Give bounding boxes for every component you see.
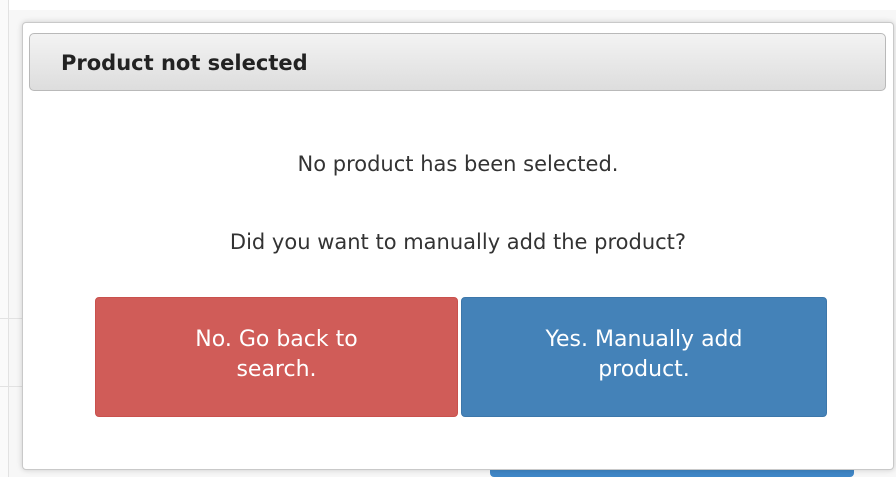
dialog-header: Product not selected bbox=[29, 33, 886, 91]
background-left-edge bbox=[0, 0, 9, 477]
background-divider bbox=[0, 318, 22, 319]
background-top-strip bbox=[0, 0, 896, 10]
go-back-to-search-button[interactable]: No. Go back to search. bbox=[95, 297, 458, 417]
dialog-title: Product not selected bbox=[61, 51, 308, 75]
dialog-message: No product has been selected. bbox=[297, 152, 619, 176]
manually-add-product-button[interactable]: Yes. Manually add product. bbox=[461, 297, 827, 417]
product-not-selected-dialog: Product not selected No product has been… bbox=[22, 22, 894, 470]
dialog-question: Did you want to manually add the product… bbox=[229, 230, 687, 254]
manually-add-product-button-label: Yes. Manually add product. bbox=[545, 327, 743, 382]
background-divider bbox=[0, 386, 22, 387]
background-button bbox=[490, 470, 854, 477]
go-back-to-search-button-label: No. Go back to search. bbox=[195, 327, 358, 382]
